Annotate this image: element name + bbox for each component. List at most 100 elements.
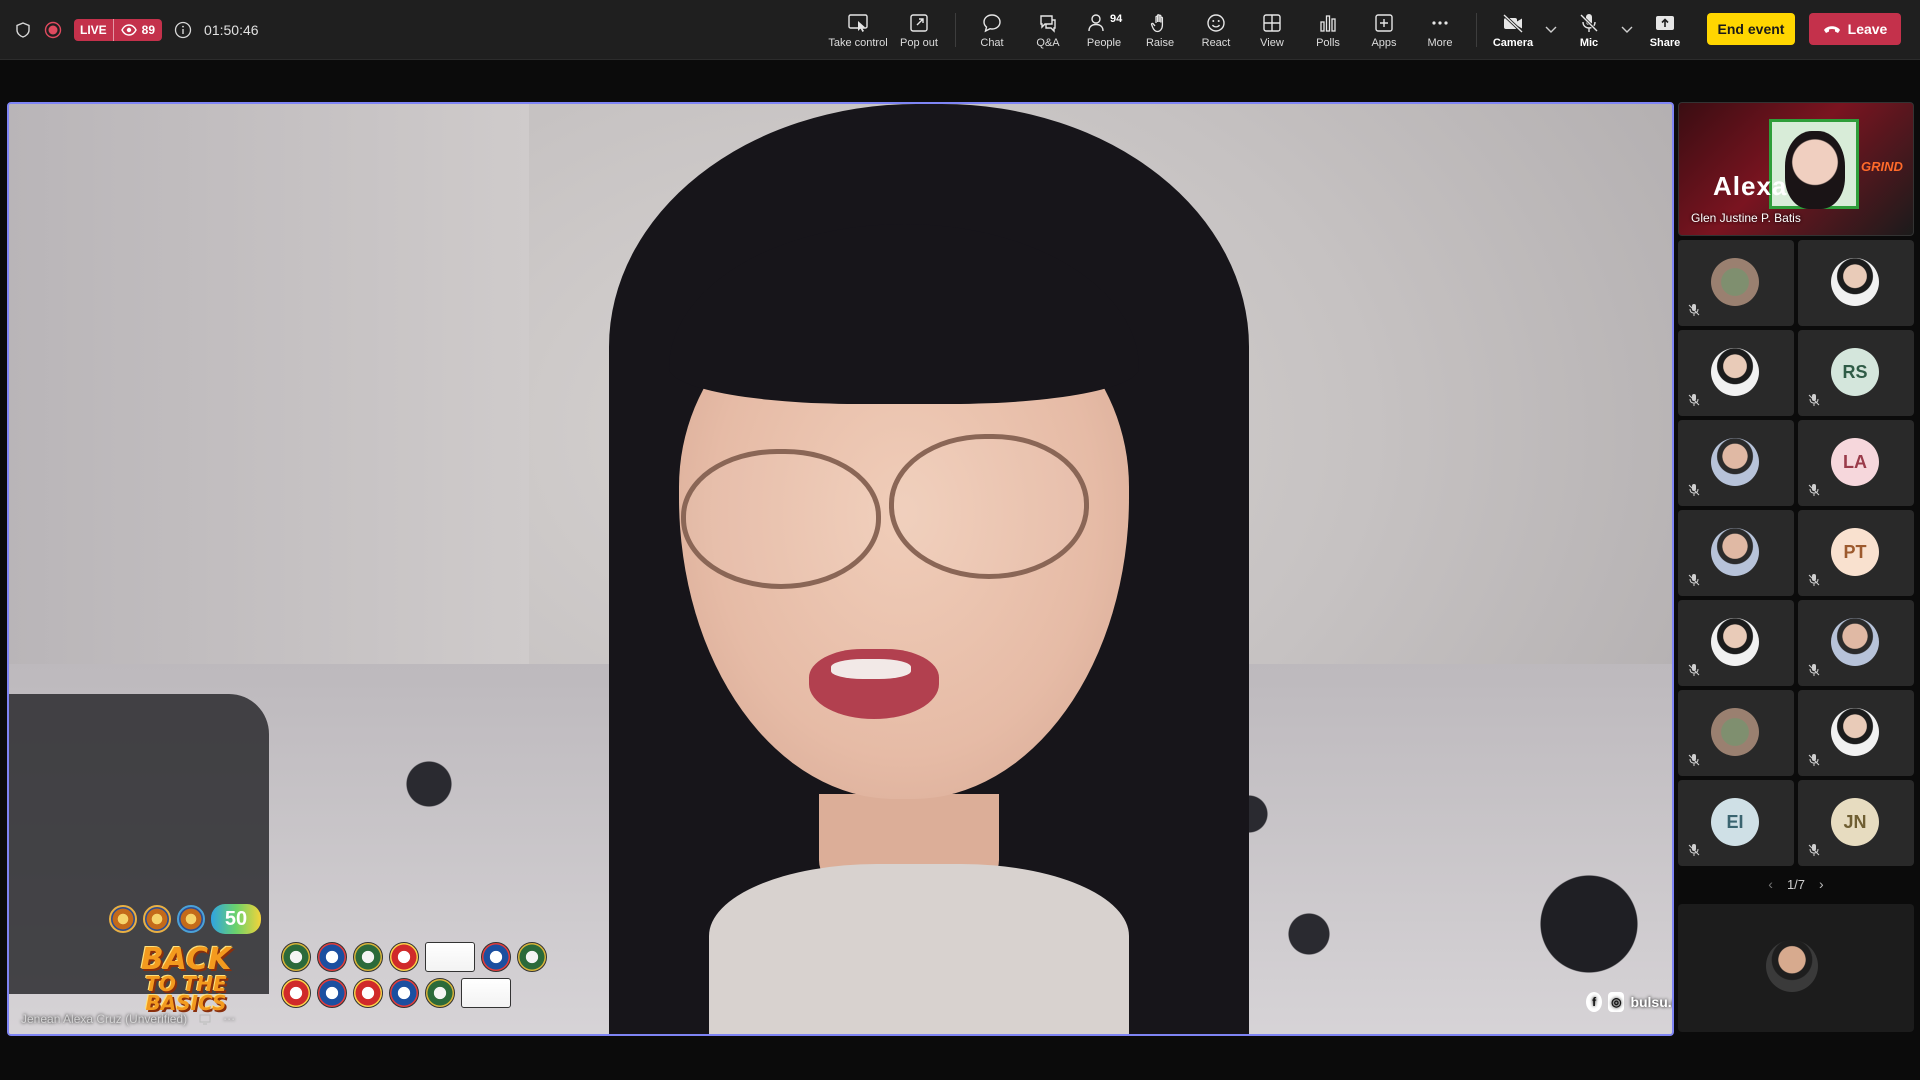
speaker-shirt <box>709 864 1129 1034</box>
featured-participant-name: Glen Justine P. Batis <box>1691 211 1801 225</box>
main-video-stage[interactable]: 50 BACK TO THE BASICS Jenean Alexa Cruz … <box>7 102 1674 1036</box>
mic-off-icon <box>1688 574 1700 586</box>
org-seal-logo <box>177 905 205 933</box>
pop-out-button[interactable]: Pop out <box>891 0 947 60</box>
mic-off-icon <box>1808 394 1820 406</box>
meeting-toolbar: LIVE 89 01:50:46 Take control Pop out Ch… <box>0 0 1920 60</box>
end-event-button[interactable]: End event <box>1707 13 1795 45</box>
participant-avatar <box>1711 258 1759 306</box>
participant-avatar: RS <box>1831 348 1879 396</box>
camera-off-icon <box>1502 13 1524 33</box>
participant-tile[interactable]: RS <box>1798 330 1914 416</box>
page-indicator: 1/7 <box>1786 876 1806 892</box>
camera-button[interactable]: Camera <box>1485 0 1541 60</box>
mic-options-chevron-icon[interactable] <box>1617 0 1637 60</box>
camera-options-chevron-icon[interactable] <box>1541 0 1561 60</box>
mic-off-icon <box>1688 844 1700 856</box>
participant-tile[interactable] <box>1678 690 1794 776</box>
participant-tile[interactable] <box>1798 600 1914 686</box>
mic-off-icon <box>1808 664 1820 676</box>
mic-button[interactable]: Mic <box>1561 0 1617 60</box>
participant-tile[interactable]: PT <box>1798 510 1914 596</box>
participant-tile[interactable] <box>1798 240 1914 326</box>
partner-logo <box>425 942 475 972</box>
mic-off-icon <box>1688 394 1700 406</box>
participant-avatar <box>1711 438 1759 486</box>
self-view-tile[interactable] <box>1678 904 1914 1032</box>
toolbar-divider <box>1476 13 1477 47</box>
mic-off-icon <box>1808 484 1820 496</box>
more-icon <box>1432 20 1448 25</box>
leave-button[interactable]: Leave <box>1809 13 1901 45</box>
participant-tile[interactable]: EI <box>1678 780 1794 866</box>
previous-page-chevron-icon[interactable]: ‹ <box>1768 876 1773 892</box>
qa-icon <box>1040 14 1056 33</box>
qa-button[interactable]: Q&A <box>1020 0 1076 60</box>
meeting-timer: 01:50:46 <box>204 22 259 38</box>
people-button[interactable]: 94 People <box>1076 0 1132 60</box>
mic-off-icon <box>1688 484 1700 496</box>
speaker-more-options-icon[interactable]: ⋯ <box>223 1012 236 1026</box>
screen-share-icon <box>199 1014 211 1025</box>
next-page-chevron-icon[interactable]: › <box>1819 876 1824 892</box>
featured-banner-tag: GRIND <box>1861 159 1903 174</box>
toolbar-actions: Take control Pop out Chat Q&A 94 People … <box>825 0 1693 60</box>
chat-button[interactable]: Chat <box>964 0 1020 60</box>
participant-avatar: LA <box>1831 438 1879 486</box>
featured-participant-tile[interactable]: Alexa GRIND Glen Justine P. Batis <box>1678 102 1914 236</box>
featured-banner-text: Alexa <box>1713 171 1788 201</box>
participant-pager: ‹ 1/7 › <box>1678 872 1914 896</box>
react-button[interactable]: React <box>1188 0 1244 60</box>
apps-button[interactable]: Apps <box>1356 0 1412 60</box>
partner-logo <box>281 978 311 1008</box>
chat-icon <box>983 13 1001 32</box>
featured-person-photo <box>1785 131 1845 209</box>
smiley-icon <box>1207 13 1225 32</box>
mic-off-icon <box>1808 754 1820 766</box>
participant-tile[interactable] <box>1678 600 1794 686</box>
facebook-icon: f <box>1586 992 1603 1012</box>
partner-logo <box>353 978 383 1008</box>
recording-icon <box>44 21 62 39</box>
participant-tile[interactable] <box>1798 690 1914 776</box>
partner-logo <box>353 942 383 972</box>
shield-icon[interactable] <box>14 21 32 39</box>
more-button[interactable]: More <box>1412 0 1468 60</box>
partner-logo <box>461 978 511 1008</box>
participant-tile[interactable]: LA <box>1798 420 1914 506</box>
polls-icon <box>1320 14 1336 32</box>
grid-view-icon <box>1263 13 1281 32</box>
take-control-button[interactable]: Take control <box>825 0 891 60</box>
participant-avatar: JN <box>1831 798 1879 846</box>
participant-tile[interactable] <box>1678 510 1794 596</box>
share-button[interactable]: Share <box>1637 0 1693 60</box>
glasses-right-lens <box>889 434 1089 579</box>
org-seal-logo <box>143 905 171 933</box>
meeting-status: LIVE 89 01:50:46 <box>14 18 259 42</box>
anniversary-50-logo: 50 <box>211 904 261 934</box>
add-app-icon <box>1375 13 1393 32</box>
live-badge[interactable]: LIVE 89 <box>74 19 163 41</box>
participant-avatar: PT <box>1831 528 1879 576</box>
viewer-count: 89 <box>141 23 156 37</box>
org-seal-logo <box>109 905 137 933</box>
participant-avatar <box>1711 618 1759 666</box>
mic-off-icon <box>1579 13 1599 32</box>
participant-tile[interactable] <box>1678 420 1794 506</box>
participant-tile[interactable]: JN <box>1798 780 1914 866</box>
raise-hand-button[interactable]: Raise <box>1132 0 1188 60</box>
take-control-icon <box>848 13 868 32</box>
view-button[interactable]: View <box>1244 0 1300 60</box>
partner-logo <box>389 978 419 1008</box>
participant-avatar <box>1711 528 1759 576</box>
info-icon[interactable] <box>174 21 192 39</box>
participant-avatar <box>1831 258 1879 306</box>
mic-off-icon <box>1808 844 1820 856</box>
event-logo-row: 50 <box>109 904 261 934</box>
polls-button[interactable]: Polls <box>1300 0 1356 60</box>
participant-tile[interactable] <box>1678 330 1794 416</box>
social-handles: f ◎ bulsu.officialmsc in bulsu-msc <box>1586 986 1672 1018</box>
partner-logo <box>517 942 547 972</box>
participant-avatar <box>1711 348 1759 396</box>
participant-tile[interactable] <box>1678 240 1794 326</box>
